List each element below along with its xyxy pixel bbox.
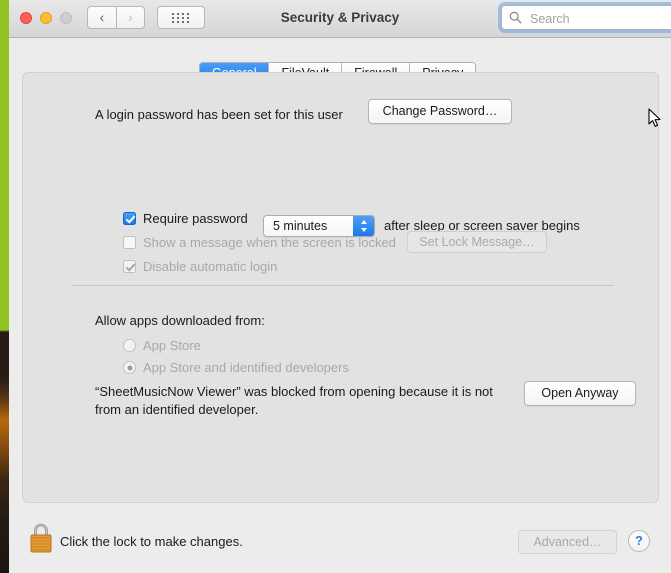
disable-auto-login-row: Disable automatic login (123, 259, 277, 274)
require-password-label: Require password (143, 211, 248, 226)
search-input[interactable] (528, 6, 671, 31)
radio-row-app-store: App Store (123, 338, 201, 353)
general-tab-panel: A login password has been set for this u… (22, 72, 659, 503)
allow-apps-label: Allow apps downloaded from: (95, 313, 265, 328)
disable-auto-login-checkbox (123, 260, 136, 273)
help-button[interactable]: ? (628, 530, 650, 552)
open-anyway-button[interactable]: Open Anyway (524, 381, 636, 406)
blocked-app-message: “SheetMusicNow Viewer” was blocked from … (95, 384, 493, 417)
set-lock-message-button: Set Lock Message… (407, 231, 547, 253)
radio-row-identified-developers: App Store and identified developers (123, 360, 349, 375)
identified-developers-radio (123, 361, 136, 374)
section-divider (71, 285, 614, 286)
search-icon (509, 11, 522, 29)
app-store-label: App Store (143, 338, 201, 353)
show-lock-message-checkbox (123, 236, 136, 249)
require-password-row[interactable]: Require password (123, 211, 248, 226)
login-password-status-text: A login password has been set for this u… (95, 107, 343, 122)
password-delay-popup[interactable]: 5 minutes (263, 215, 375, 237)
search-field[interactable] (501, 5, 671, 31)
identified-developers-label: App Store and identified developers (143, 360, 349, 375)
show-lock-message-row: Show a message when the screen is locked (123, 235, 396, 250)
password-delay-value: 5 minutes (273, 219, 328, 233)
disable-auto-login-label: Disable automatic login (143, 259, 278, 274)
show-lock-message-label: Show a message when the screen is locked (143, 235, 396, 250)
app-store-radio (123, 339, 136, 352)
stepper-arrows-icon[interactable] (353, 216, 374, 236)
require-password-checkbox[interactable] (123, 212, 136, 225)
window-titlebar: ‹ › Security & Privacy (9, 0, 671, 38)
change-password-button[interactable]: Change Password… (368, 99, 512, 124)
advanced-button: Advanced… (518, 530, 617, 554)
desktop-wallpaper-strip (0, 0, 9, 573)
closed-padlock-icon[interactable] (27, 521, 55, 560)
security-privacy-window: ‹ › Security & Privacy General FileVault… (9, 0, 671, 573)
lock-instruction-text: Click the lock to make changes. (60, 534, 243, 549)
